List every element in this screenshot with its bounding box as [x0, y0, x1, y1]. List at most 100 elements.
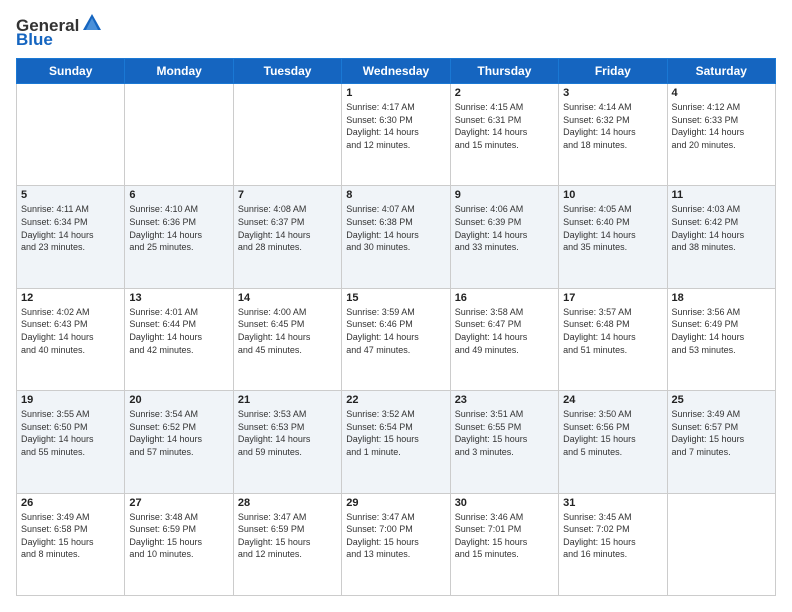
cell-content: Sunrise: 3:45 AM Sunset: 7:02 PM Dayligh…: [563, 511, 662, 561]
cell-content: Sunrise: 4:14 AM Sunset: 6:32 PM Dayligh…: [563, 101, 662, 151]
day-number: 2: [455, 87, 554, 99]
day-number: 21: [238, 394, 337, 406]
calendar-cell: [667, 493, 775, 595]
calendar-cell: 16 Sunrise: 3:58 AM Sunset: 6:47 PM Dayli…: [450, 288, 558, 390]
day-number: 30: [455, 497, 554, 509]
day-number: 22: [346, 394, 445, 406]
calendar-cell: 24Sunrise: 3:50 AM Sunset: 6:56 PM Dayli…: [559, 391, 667, 493]
cell-content: Sunrise: 3:49 AM Sunset: 6:57 PM Dayligh…: [672, 408, 771, 458]
cell-content: Sunrise: 3:48 AM Sunset: 6:59 PM Dayligh…: [129, 511, 228, 561]
calendar-cell: 8Sunrise: 4:07 AM Sunset: 6:38 PM Daylig…: [342, 186, 450, 288]
cell-content: Sunrise: 4:03 AM Sunset: 6:42 PM Dayligh…: [672, 203, 771, 253]
calendar-cell: 6 Sunrise: 4:10 AM Sunset: 6:36 PM Daylig…: [125, 186, 233, 288]
day-number: 13: [129, 292, 228, 304]
calendar-cell: 12Sunrise: 4:02 AM Sunset: 6:43 PM Dayli…: [17, 288, 125, 390]
calendar-cell: 3 Sunrise: 4:14 AM Sunset: 6:32 PM Daylig…: [559, 84, 667, 186]
calendar-day-header: Saturday: [667, 59, 775, 84]
calendar-day-header: Thursday: [450, 59, 558, 84]
calendar-day-header: Monday: [125, 59, 233, 84]
calendar-cell: 30 Sunrise: 3:46 AM Sunset: 7:01 PM Dayli…: [450, 493, 558, 595]
cell-content: Sunrise: 3:51 AM Sunset: 6:55 PM Dayligh…: [455, 408, 554, 458]
day-number: 19: [21, 394, 120, 406]
day-number: 6: [129, 189, 228, 201]
calendar-cell: 2 Sunrise: 4:15 AM Sunset: 6:31 PM Daylig…: [450, 84, 558, 186]
cell-content: Sunrise: 3:56 AM Sunset: 6:49 PM Dayligh…: [672, 306, 771, 356]
day-number: 31: [563, 497, 662, 509]
day-number: 24: [563, 394, 662, 406]
day-number: 14: [238, 292, 337, 304]
calendar-cell: 15Sunrise: 3:59 AM Sunset: 6:46 PM Dayli…: [342, 288, 450, 390]
cell-content: Sunrise: 4:00 AM Sunset: 6:45 PM Dayligh…: [238, 306, 337, 356]
page: General Blue SundayMondayTuesdayWednesda…: [0, 0, 792, 612]
cell-content: Sunrise: 3:47 AM Sunset: 7:00 PM Dayligh…: [346, 511, 445, 561]
header: General Blue: [16, 16, 776, 48]
calendar-cell: 28Sunrise: 3:47 AM Sunset: 6:59 PM Dayli…: [233, 493, 341, 595]
cell-content: Sunrise: 4:17 AM Sunset: 6:30 PM Dayligh…: [346, 101, 445, 151]
cell-content: Sunrise: 3:53 AM Sunset: 6:53 PM Dayligh…: [238, 408, 337, 458]
calendar-row: 19 Sunrise: 3:55 AM Sunset: 6:50 PM Dayli…: [17, 391, 776, 493]
calendar-cell: 1 Sunrise: 4:17 AM Sunset: 6:30 PM Daylig…: [342, 84, 450, 186]
calendar-cell: 5Sunrise: 4:11 AM Sunset: 6:34 PM Daylig…: [17, 186, 125, 288]
calendar-table: SundayMondayTuesdayWednesdayThursdayFrid…: [16, 58, 776, 596]
cell-content: Sunrise: 3:49 AM Sunset: 6:58 PM Dayligh…: [21, 511, 120, 561]
cell-content: Sunrise: 4:06 AM Sunset: 6:39 PM Dayligh…: [455, 203, 554, 253]
day-number: 8: [346, 189, 445, 201]
day-number: 28: [238, 497, 337, 509]
calendar-row: 12Sunrise: 4:02 AM Sunset: 6:43 PM Dayli…: [17, 288, 776, 390]
logo-blue: Blue: [16, 31, 103, 48]
day-number: 16: [455, 292, 554, 304]
calendar-cell: 9 Sunrise: 4:06 AM Sunset: 6:39 PM Daylig…: [450, 186, 558, 288]
day-number: 23: [455, 394, 554, 406]
day-number: 12: [21, 292, 120, 304]
calendar-day-header: Tuesday: [233, 59, 341, 84]
day-number: 26: [21, 497, 120, 509]
calendar-cell: 23 Sunrise: 3:51 AM Sunset: 6:55 PM Dayli…: [450, 391, 558, 493]
cell-content: Sunrise: 3:58 AM Sunset: 6:47 PM Dayligh…: [455, 306, 554, 356]
calendar-day-header: Friday: [559, 59, 667, 84]
calendar-cell: 27 Sunrise: 3:48 AM Sunset: 6:59 PM Dayli…: [125, 493, 233, 595]
calendar-cell: 22 Sunrise: 3:52 AM Sunset: 6:54 PM Dayli…: [342, 391, 450, 493]
calendar-cell: 20 Sunrise: 3:54 AM Sunset: 6:52 PM Dayli…: [125, 391, 233, 493]
calendar-day-header: Sunday: [17, 59, 125, 84]
cell-content: Sunrise: 3:55 AM Sunset: 6:50 PM Dayligh…: [21, 408, 120, 458]
day-number: 18: [672, 292, 771, 304]
logo: General Blue: [16, 16, 103, 48]
day-number: 29: [346, 497, 445, 509]
calendar-cell: 19 Sunrise: 3:55 AM Sunset: 6:50 PM Dayli…: [17, 391, 125, 493]
calendar-row: 1 Sunrise: 4:17 AM Sunset: 6:30 PM Daylig…: [17, 84, 776, 186]
day-number: 15: [346, 292, 445, 304]
calendar-cell: 18 Sunrise: 3:56 AM Sunset: 6:49 PM Dayli…: [667, 288, 775, 390]
day-number: 4: [672, 87, 771, 99]
cell-content: Sunrise: 3:57 AM Sunset: 6:48 PM Dayligh…: [563, 306, 662, 356]
calendar-cell: 25Sunrise: 3:49 AM Sunset: 6:57 PM Dayli…: [667, 391, 775, 493]
day-number: 11: [672, 189, 771, 201]
cell-content: Sunrise: 4:11 AM Sunset: 6:34 PM Dayligh…: [21, 203, 120, 253]
calendar-cell: 13 Sunrise: 4:01 AM Sunset: 6:44 PM Dayli…: [125, 288, 233, 390]
day-number: 1: [346, 87, 445, 99]
calendar-cell: [125, 84, 233, 186]
calendar-cell: 10Sunrise: 4:05 AM Sunset: 6:40 PM Dayli…: [559, 186, 667, 288]
calendar-cell: 7 Sunrise: 4:08 AM Sunset: 6:37 PM Daylig…: [233, 186, 341, 288]
cell-content: Sunrise: 4:10 AM Sunset: 6:36 PM Dayligh…: [129, 203, 228, 253]
cell-content: Sunrise: 4:15 AM Sunset: 6:31 PM Dayligh…: [455, 101, 554, 151]
cell-content: Sunrise: 3:52 AM Sunset: 6:54 PM Dayligh…: [346, 408, 445, 458]
day-number: 3: [563, 87, 662, 99]
cell-content: Sunrise: 3:54 AM Sunset: 6:52 PM Dayligh…: [129, 408, 228, 458]
calendar-cell: [17, 84, 125, 186]
cell-content: Sunrise: 4:08 AM Sunset: 6:37 PM Dayligh…: [238, 203, 337, 253]
calendar-cell: 31 Sunrise: 3:45 AM Sunset: 7:02 PM Dayli…: [559, 493, 667, 595]
day-number: 27: [129, 497, 228, 509]
day-number: 20: [129, 394, 228, 406]
day-number: 7: [238, 189, 337, 201]
cell-content: Sunrise: 3:46 AM Sunset: 7:01 PM Dayligh…: [455, 511, 554, 561]
cell-content: Sunrise: 4:01 AM Sunset: 6:44 PM Dayligh…: [129, 306, 228, 356]
cell-content: Sunrise: 4:05 AM Sunset: 6:40 PM Dayligh…: [563, 203, 662, 253]
calendar-header-row: SundayMondayTuesdayWednesdayThursdayFrid…: [17, 59, 776, 84]
calendar-cell: 29 Sunrise: 3:47 AM Sunset: 7:00 PM Dayli…: [342, 493, 450, 595]
day-number: 9: [455, 189, 554, 201]
calendar-cell: [233, 84, 341, 186]
calendar-day-header: Wednesday: [342, 59, 450, 84]
calendar-cell: 21 Sunrise: 3:53 AM Sunset: 6:53 PM Dayli…: [233, 391, 341, 493]
calendar-cell: 26 Sunrise: 3:49 AM Sunset: 6:58 PM Dayli…: [17, 493, 125, 595]
calendar-cell: 4Sunrise: 4:12 AM Sunset: 6:33 PM Daylig…: [667, 84, 775, 186]
